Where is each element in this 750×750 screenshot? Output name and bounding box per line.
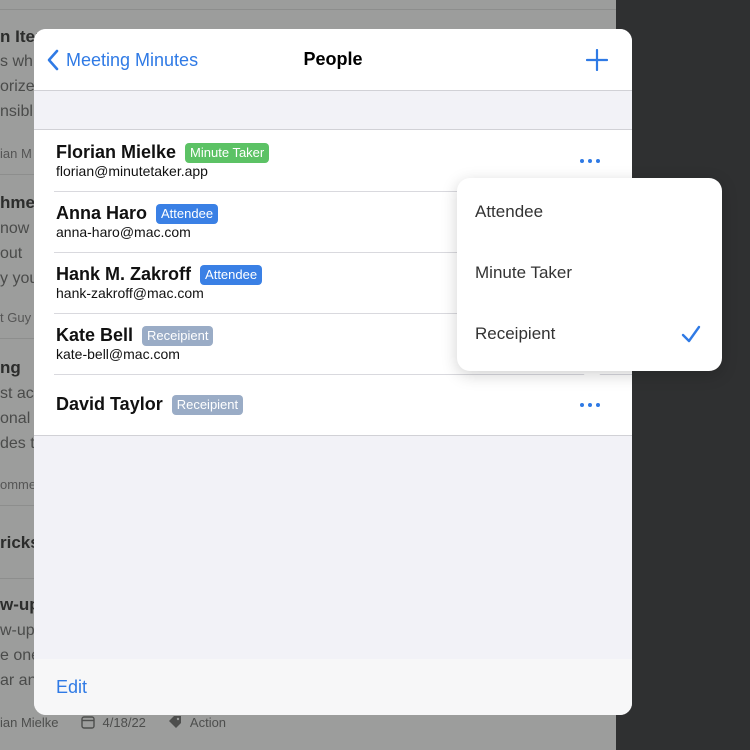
bg-text: s wh <box>0 53 33 70</box>
bg-text: ian M <box>0 146 32 161</box>
checkmark-icon <box>681 325 701 343</box>
bg-text: des t <box>0 435 35 452</box>
role-option-attendee[interactable]: Attendee <box>457 182 722 243</box>
bg-text: omme <box>0 477 37 492</box>
role-badge: Receipient <box>142 325 214 346</box>
person-email: hank-zakroff@mac.com <box>56 285 204 301</box>
navigation-bar: Meeting Minutes People <box>34 29 632 91</box>
calendar-icon <box>80 716 95 729</box>
role-option-label: Receipient <box>475 324 556 343</box>
role-badge: Attendee <box>156 203 219 224</box>
page-title: People <box>303 49 363 69</box>
plus-icon[interactable] <box>586 49 608 71</box>
bg-text: orize <box>0 78 35 95</box>
bg-text: now <box>0 220 30 237</box>
person-email: anna-haro@mac.com <box>56 224 191 240</box>
person-row-david-taylor[interactable]: David Taylor Receipient <box>34 374 632 435</box>
role-badge: Attendee <box>200 264 263 285</box>
bg-text: hme <box>0 193 35 212</box>
person-name: Florian Mielke <box>56 142 177 162</box>
person-name-line: Anna Haro Attendee <box>56 203 219 224</box>
bg-text: st ac <box>0 385 34 402</box>
bg-text: ng <box>0 358 21 377</box>
tag-icon <box>168 716 181 728</box>
bg-text: t Guy <box>0 310 32 325</box>
role-option-label: Attendee <box>475 202 544 221</box>
bg-meta-date: 4/18/22 <box>102 714 146 730</box>
person-name-line: David Taylor Receipient <box>56 394 244 415</box>
popover-arrow <box>579 369 605 383</box>
edit-button[interactable]: Edit <box>56 677 87 698</box>
person-name: David Taylor <box>56 394 163 414</box>
bg-divider <box>0 9 616 10</box>
person-email: florian@minutetaker.app <box>56 163 208 179</box>
people-sheet: Meeting Minutes People Florian Mielke Mi… <box>34 29 632 715</box>
bg-text: ar an <box>0 672 37 689</box>
person-email: kate-bell@mac.com <box>56 346 180 362</box>
bg-text: out <box>0 245 23 262</box>
bg-meta-row: ian Mielke 4/18/22 Action <box>0 712 226 732</box>
person-name: Anna Haro <box>56 203 148 223</box>
bg-text: y you <box>0 270 39 287</box>
bg-meta-tag: Action <box>189 714 227 730</box>
bg-meta-author: ian Mielke <box>0 714 59 730</box>
role-popover: Attendee Minute Taker Receipient <box>457 178 722 371</box>
role-option-label: Minute Taker <box>475 263 573 282</box>
more-icon[interactable] <box>579 400 601 410</box>
background-right-panel <box>616 0 750 750</box>
more-icon[interactable] <box>579 156 601 166</box>
role-option-receipient[interactable]: Receipient <box>457 304 722 365</box>
person-name: Kate Bell <box>56 325 134 345</box>
role-badge: Minute Taker <box>185 142 270 163</box>
person-name-line: Florian Mielke Minute Taker <box>56 142 270 163</box>
bottom-toolbar: Edit <box>34 659 632 715</box>
person-name-line: Hank M. Zakroff Attendee <box>56 264 263 285</box>
bg-text: nsibl <box>0 103 33 120</box>
person-name: Hank M. Zakroff <box>56 264 192 284</box>
bg-text: onal <box>0 410 31 427</box>
person-name-line: Kate Bell Receipient <box>56 325 214 346</box>
role-option-minute-taker[interactable]: Minute Taker <box>457 243 722 304</box>
role-badge: Receipient <box>171 394 244 415</box>
